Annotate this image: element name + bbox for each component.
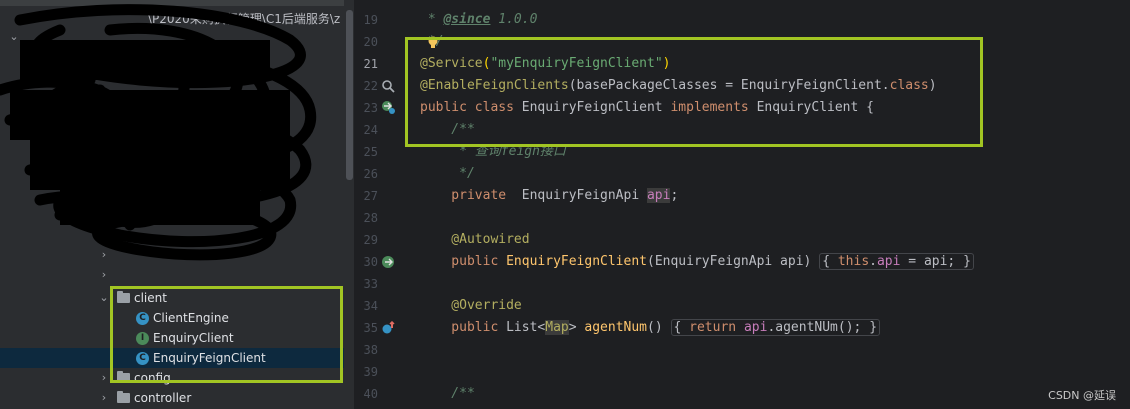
- code-line-40: /**: [420, 383, 475, 405]
- type-name: >: [568, 320, 585, 335]
- method-name: agentNum: [584, 320, 648, 335]
- keyword: public: [420, 320, 499, 335]
- type-name: EnquiryFeignApi: [506, 188, 647, 203]
- highlight-box-tree: [110, 286, 343, 383]
- annotation: @Autowired: [420, 232, 530, 247]
- code-line-29: @Autowired: [420, 229, 530, 251]
- line-number: 33: [363, 277, 378, 291]
- line-number: 29: [363, 233, 378, 247]
- code-line-30: public EnquiryFeignClient(EnquiryFeignAp…: [420, 251, 974, 273]
- override-method-icon[interactable]: [381, 321, 395, 335]
- field-name: api: [743, 320, 768, 335]
- line-number: 34: [363, 299, 378, 313]
- line-number: 22: [363, 79, 378, 93]
- line-number: 39: [363, 365, 378, 379]
- code-line-34: @Override: [420, 295, 522, 317]
- code-text: .: [869, 254, 877, 269]
- search-usages-icon[interactable]: [381, 79, 395, 93]
- doc-comment: /**: [420, 386, 475, 401]
- line-number: 35: [363, 321, 378, 335]
- brace: }: [869, 320, 878, 335]
- line-number: 38: [363, 343, 378, 357]
- folder-icon: [117, 391, 130, 403]
- redaction-scribble: [0, 4, 317, 261]
- code-text: .agentNUm();: [767, 320, 870, 335]
- line-number: 25: [363, 145, 378, 159]
- folded-body[interactable]: { return api.agentNUm(); }: [670, 319, 881, 336]
- tree-item-label: controller: [134, 391, 192, 405]
- line-number-gutter: 19 20 21 22 23 24 25 26 27 28 29 30 33 3…: [354, 0, 406, 409]
- brace: }: [963, 254, 971, 269]
- chevron-right-icon[interactable]: ›: [98, 388, 110, 408]
- folded-body[interactable]: { this.api = api; }: [819, 253, 974, 270]
- code-line-27: private EnquiryFeignApi api;: [420, 185, 678, 207]
- chevron-down-icon[interactable]: ⌄: [98, 288, 110, 308]
- line-number: 27: [363, 189, 378, 203]
- line-number: 20: [363, 35, 378, 49]
- doc-tag: @since: [443, 12, 491, 27]
- tree-item-controller[interactable]: › controller: [0, 388, 344, 408]
- code-text: (): [647, 320, 671, 335]
- code-line-19: * @since 1.0.0: [420, 9, 538, 31]
- chevron-right-icon[interactable]: ›: [98, 368, 110, 388]
- line-number: 40: [363, 387, 378, 401]
- code-text: = api;: [900, 254, 964, 269]
- bean-injection-icon[interactable]: [381, 255, 395, 269]
- implements-icon[interactable]: [381, 100, 395, 114]
- brace: {: [822, 254, 838, 269]
- doc-comment: *: [420, 12, 444, 27]
- keyword: private: [420, 188, 507, 203]
- annotation: @Override: [420, 298, 522, 313]
- type-name: List<: [498, 320, 546, 335]
- field-name: api: [876, 254, 901, 269]
- highlight-box-code: [405, 37, 983, 147]
- line-number: 28: [363, 211, 378, 225]
- method-name: EnquiryFeignClient: [498, 254, 647, 269]
- line-number: 19: [363, 13, 378, 27]
- keyword: this: [837, 254, 870, 269]
- code-text: (EnquiryFeignApi api): [647, 254, 820, 269]
- line-number: 30: [363, 255, 378, 269]
- keyword: return: [689, 320, 737, 335]
- tree-scrollbar[interactable]: [344, 0, 354, 409]
- code-text: ;: [670, 188, 679, 203]
- type-name: Map: [545, 320, 569, 335]
- doc-comment: */: [420, 166, 475, 181]
- watermark: CSDN @延误: [1048, 389, 1116, 402]
- code-line-35: public List<Map> agentNum() { return api…: [420, 317, 881, 339]
- line-number: 21: [363, 57, 378, 71]
- scrollbar-thumb[interactable]: [346, 10, 353, 180]
- doc-comment: 1.0.0: [490, 12, 538, 27]
- field-name: api: [646, 188, 671, 203]
- brace: {: [673, 320, 690, 335]
- code-line-26: */: [420, 163, 475, 185]
- line-number: 26: [363, 167, 378, 181]
- line-number: 24: [363, 123, 378, 137]
- keyword: public: [420, 254, 499, 269]
- line-number: 23: [363, 101, 378, 115]
